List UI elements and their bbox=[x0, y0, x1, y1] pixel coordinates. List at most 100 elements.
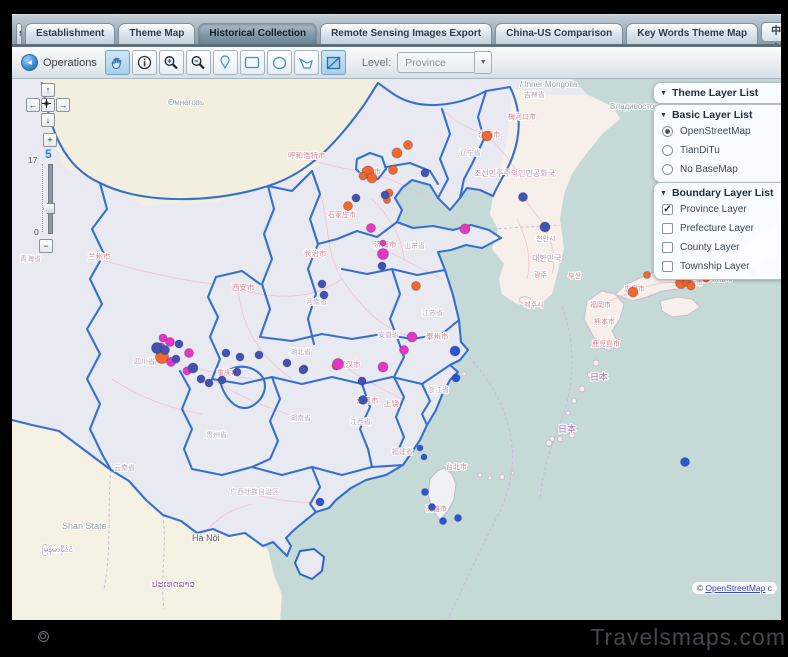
openstreetmap-link[interactable]: OpenStreetMap bbox=[705, 583, 765, 593]
data-point-marker[interactable] bbox=[412, 282, 421, 291]
tab-partial[interactable]: s bbox=[16, 23, 22, 44]
boundary-option-county[interactable]: County Layer bbox=[660, 238, 775, 257]
boundary-option-township[interactable]: Township Layer bbox=[660, 257, 775, 276]
data-point-marker[interactable] bbox=[367, 224, 376, 233]
data-point-marker[interactable] bbox=[460, 224, 470, 234]
identify-tool-button[interactable] bbox=[132, 50, 157, 75]
zoom-out-button[interactable]: − bbox=[39, 239, 53, 253]
data-point-marker[interactable] bbox=[378, 262, 386, 270]
marker-tool-button[interactable] bbox=[213, 50, 238, 75]
data-point-marker[interactable] bbox=[359, 396, 368, 405]
lang-button-chinese[interactable]: 中文 bbox=[761, 22, 781, 42]
data-point-marker[interactable] bbox=[255, 351, 263, 359]
tab-remote-sensing[interactable]: Remote Sensing Images Export bbox=[320, 23, 492, 44]
data-point-marker[interactable] bbox=[352, 194, 360, 202]
data-point-marker[interactable] bbox=[344, 202, 353, 211]
data-point-marker[interactable] bbox=[358, 377, 366, 385]
data-point-marker[interactable] bbox=[175, 340, 183, 348]
data-point-marker[interactable] bbox=[197, 375, 205, 383]
data-point-marker[interactable] bbox=[421, 169, 429, 177]
checkbox-icon[interactable] bbox=[662, 223, 673, 234]
basemap-option-nobasemap[interactable]: No BaseMap bbox=[660, 160, 775, 179]
data-point-marker[interactable] bbox=[628, 287, 638, 297]
basemap-option-tianditu[interactable]: TianDiTu bbox=[660, 141, 775, 160]
radio-icon[interactable] bbox=[662, 164, 673, 175]
basic-layer-header[interactable]: ▼ Basic Layer List bbox=[660, 108, 775, 122]
data-point-marker[interactable] bbox=[218, 376, 226, 384]
data-point-marker[interactable] bbox=[378, 249, 389, 260]
data-point-marker[interactable] bbox=[161, 346, 170, 355]
data-point-marker[interactable] bbox=[421, 454, 427, 460]
data-point-marker[interactable] bbox=[222, 349, 230, 357]
data-point-marker[interactable] bbox=[320, 291, 328, 299]
tab-historical-collection[interactable]: Historical Collection bbox=[198, 23, 317, 44]
boundary-option-prefecture[interactable]: Prefecture Layer bbox=[660, 219, 775, 238]
radio-icon[interactable] bbox=[662, 145, 673, 156]
zoom-out-tool-button[interactable] bbox=[186, 50, 211, 75]
pan-tool-button[interactable] bbox=[105, 50, 130, 75]
data-point-marker[interactable] bbox=[380, 240, 386, 246]
data-point-marker[interactable] bbox=[367, 173, 377, 183]
pan-left-button[interactable]: ← bbox=[26, 98, 40, 112]
data-point-marker[interactable] bbox=[166, 338, 175, 347]
data-point-marker[interactable] bbox=[389, 166, 398, 175]
level-dropdown[interactable]: Province bbox=[397, 52, 475, 73]
theme-layer-header[interactable]: ▼ Theme Layer List bbox=[660, 86, 775, 100]
data-point-marker[interactable] bbox=[407, 332, 417, 342]
checkbox-icon[interactable] bbox=[662, 261, 673, 272]
data-point-marker[interactable] bbox=[450, 346, 460, 356]
pan-down-button[interactable]: ↓ bbox=[41, 113, 55, 127]
boundary-layer-header[interactable]: ▼ Boundary Layer List bbox=[660, 186, 775, 200]
data-point-marker[interactable] bbox=[188, 363, 198, 373]
pan-right-button[interactable]: → bbox=[56, 98, 70, 112]
checkbox-icon[interactable] bbox=[662, 204, 673, 215]
data-point-marker[interactable] bbox=[205, 379, 213, 387]
basemap-option-openstreetmap[interactable]: OpenStreetMap bbox=[660, 122, 775, 141]
data-point-marker[interactable] bbox=[429, 504, 436, 511]
rectangle-select-tool-button[interactable] bbox=[240, 50, 265, 75]
data-point-marker[interactable] bbox=[316, 498, 324, 506]
data-point-marker[interactable] bbox=[400, 346, 409, 355]
data-point-marker[interactable] bbox=[681, 458, 690, 467]
pan-up-button[interactable]: ↑ bbox=[41, 83, 55, 97]
data-point-marker[interactable] bbox=[404, 141, 413, 150]
data-point-marker[interactable] bbox=[452, 374, 460, 382]
tab-china-us-comparison[interactable]: China-US Comparison bbox=[495, 23, 623, 44]
level-dropdown-arrow[interactable]: ▼ bbox=[475, 51, 492, 74]
radio-icon[interactable] bbox=[662, 126, 673, 137]
data-point-marker[interactable] bbox=[417, 445, 423, 451]
data-point-marker[interactable] bbox=[318, 280, 326, 288]
data-point-marker[interactable] bbox=[359, 172, 367, 180]
data-point-marker[interactable] bbox=[644, 272, 651, 279]
tab-establishment[interactable]: Establishment bbox=[25, 23, 115, 44]
data-point-marker[interactable] bbox=[687, 282, 695, 290]
data-point-marker[interactable] bbox=[519, 193, 528, 202]
checkbox-icon[interactable] bbox=[662, 242, 673, 253]
tab-key-words-theme-map[interactable]: Key Words Theme Map bbox=[626, 23, 758, 44]
collapse-toolbar-icon[interactable]: ◂ bbox=[21, 54, 38, 71]
data-point-marker[interactable] bbox=[283, 359, 291, 367]
map-canvas[interactable]: Өмнөговь/ Inner MongoliaВладивосток吉林省梅河… bbox=[12, 79, 781, 620]
data-point-marker[interactable] bbox=[482, 131, 492, 141]
zoom-in-tool-button[interactable] bbox=[159, 50, 184, 75]
data-point-marker[interactable] bbox=[185, 349, 194, 358]
data-point-marker[interactable] bbox=[381, 191, 389, 199]
data-point-marker[interactable] bbox=[233, 368, 241, 376]
data-point-marker[interactable] bbox=[378, 362, 388, 372]
tab-theme-map[interactable]: Theme Map bbox=[118, 23, 195, 44]
data-point-marker[interactable] bbox=[333, 359, 344, 370]
polygon-select-tool-button[interactable] bbox=[294, 50, 319, 75]
boundary-option-province[interactable]: Province Layer bbox=[660, 200, 775, 219]
pan-home-button[interactable] bbox=[41, 98, 55, 112]
data-point-marker[interactable] bbox=[236, 353, 244, 361]
data-point-marker[interactable] bbox=[392, 148, 402, 158]
zoom-slider-track[interactable] bbox=[48, 164, 53, 234]
data-point-marker[interactable] bbox=[455, 515, 462, 522]
zoom-in-button[interactable]: + bbox=[43, 133, 57, 147]
data-point-marker[interactable] bbox=[422, 489, 429, 496]
data-point-marker[interactable] bbox=[540, 222, 550, 232]
extent-select-tool-button[interactable] bbox=[321, 50, 346, 75]
data-point-marker[interactable] bbox=[299, 366, 307, 374]
data-point-marker[interactable] bbox=[172, 355, 180, 363]
data-point-marker[interactable] bbox=[440, 518, 447, 525]
